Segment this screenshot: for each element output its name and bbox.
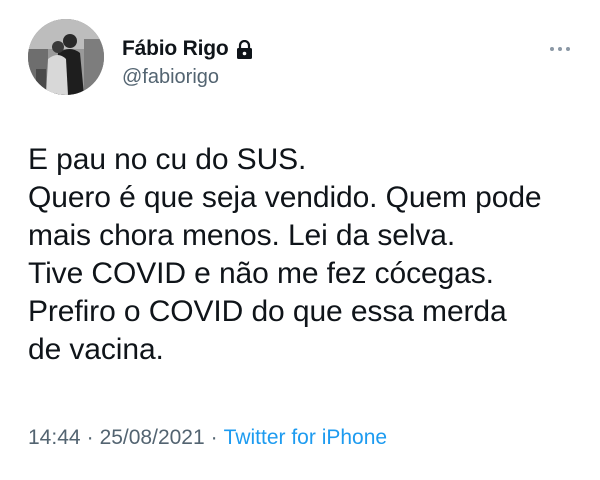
tweet-text-line: Tive COVID e não me fez cócegas. bbox=[28, 257, 494, 290]
tweet-date[interactable]: 25/08/2021 bbox=[100, 426, 205, 450]
author-name-row: Fábio Rigo bbox=[122, 36, 253, 62]
author-display-name[interactable]: Fábio Rigo bbox=[122, 37, 229, 61]
tweet-text-line: de vacina. bbox=[28, 333, 164, 366]
tweet-text: E pau no cu do SUS. Quero é que seja ven… bbox=[28, 141, 588, 369]
tweet-text-line: Prefiro o COVID do que essa merda bbox=[28, 295, 507, 328]
tweet-source-link[interactable]: Twitter for iPhone bbox=[224, 426, 387, 450]
meta-separator: · bbox=[86, 426, 94, 449]
tweet-time[interactable]: 14:44 bbox=[28, 426, 81, 450]
tweet-metadata: 14:44 · 25/08/2021 · Twitter for iPhone bbox=[28, 426, 387, 450]
more-horizontal-icon[interactable] bbox=[546, 40, 574, 58]
avatar-photo bbox=[28, 19, 104, 95]
meta-separator: · bbox=[210, 426, 218, 449]
tweet-card: Fábio Rigo @fabiorigo E pau no cu do SUS… bbox=[0, 0, 600, 480]
avatar[interactable] bbox=[28, 19, 104, 95]
lock-icon bbox=[236, 39, 253, 59]
tweet-text-line: mais chora menos. Lei da selva. bbox=[28, 219, 456, 252]
tweet-text-line: Quero é que seja vendido. Quem pode bbox=[28, 181, 542, 214]
tweet-text-line: E pau no cu do SUS. bbox=[28, 143, 307, 176]
author-handle[interactable]: @fabiorigo bbox=[122, 66, 219, 89]
